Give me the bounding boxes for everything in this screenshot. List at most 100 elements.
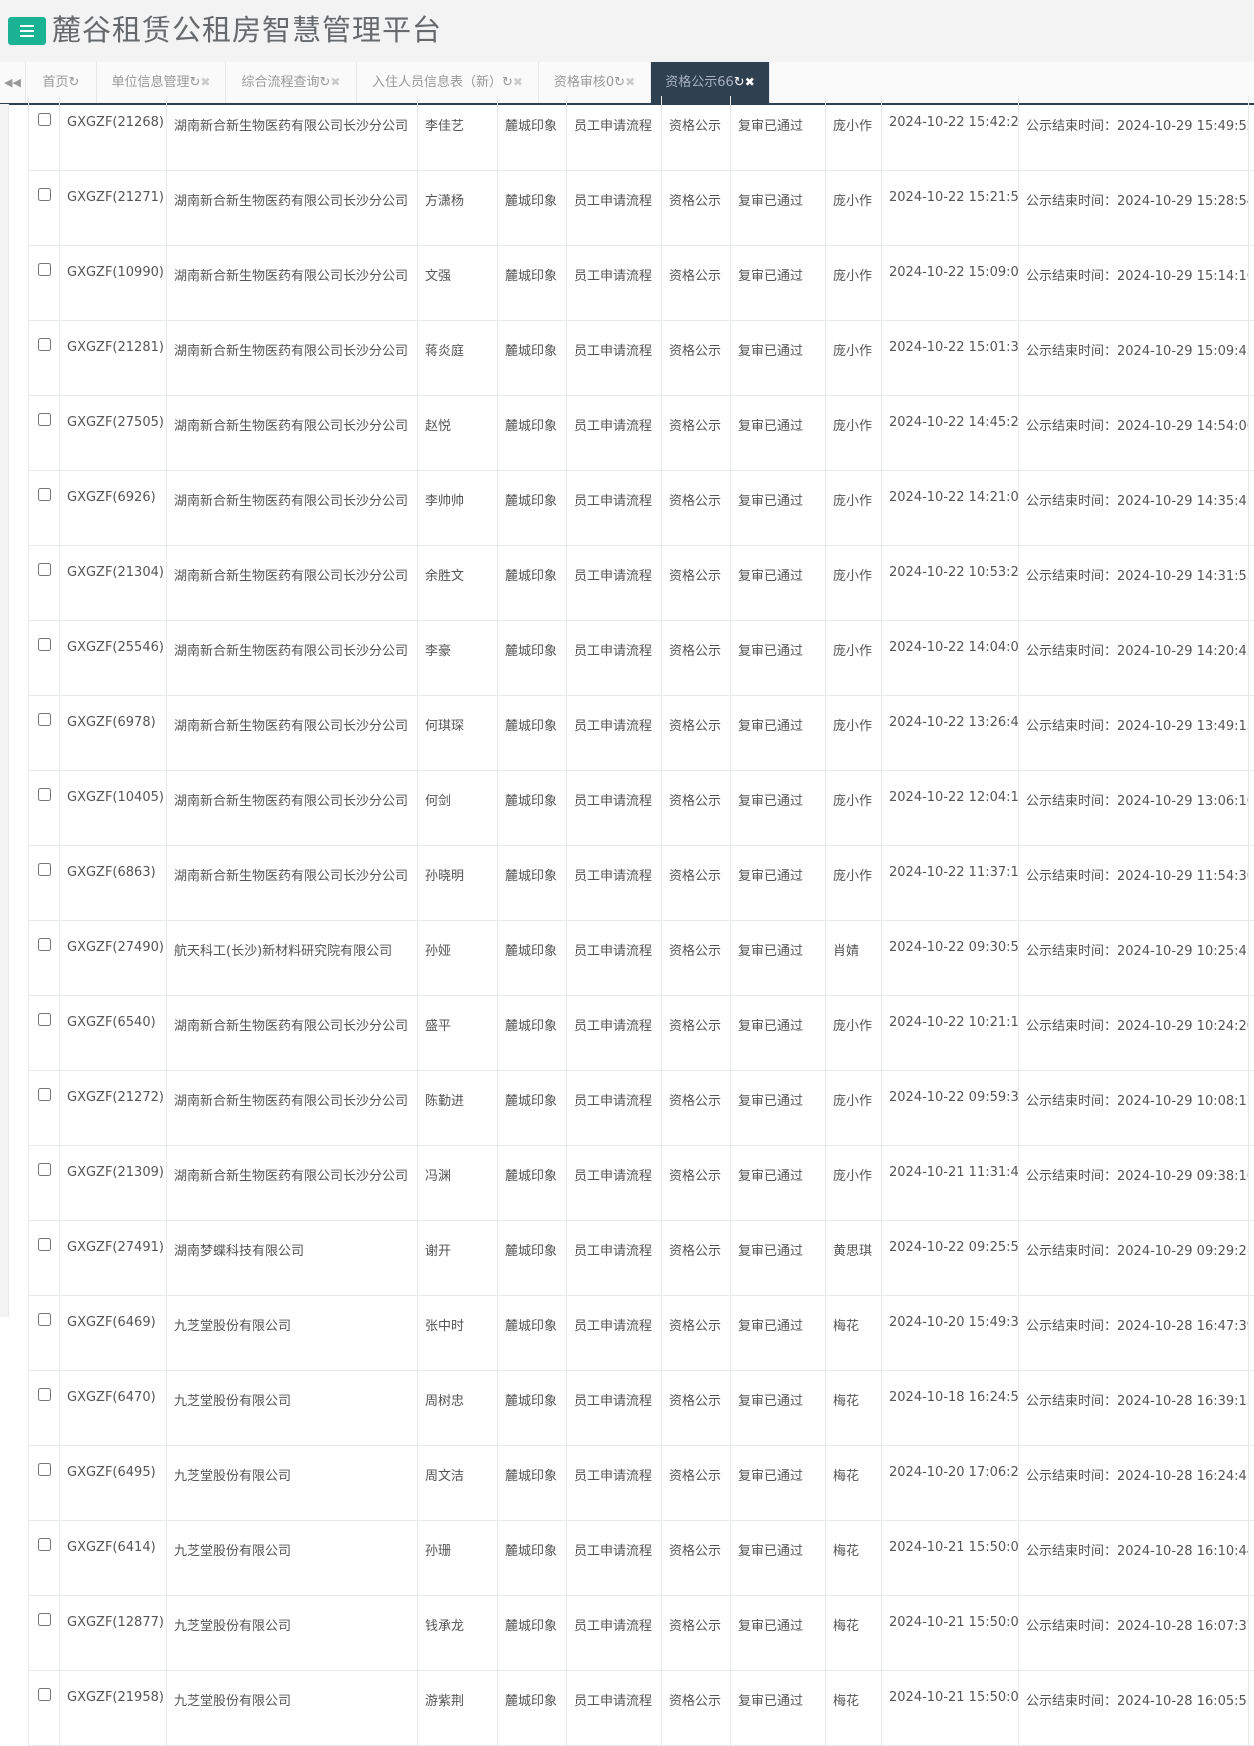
cell-handler: 梅花 — [826, 1446, 882, 1521]
cell-publicity-end: 公示结束时间：2024-10-29 14:20:45 — [1019, 621, 1249, 696]
cell-project: 麓城印象 — [498, 471, 567, 546]
row-checkbox[interactable] — [38, 1388, 51, 1401]
cell-handler: 庞小作 — [826, 1146, 882, 1221]
cell-project: 麓城印象 — [498, 1596, 567, 1671]
table-row[interactable]: GXGZF(6926)湖南新合新生物医药有限公司长沙分公司李帅帅麓城印象员工申请… — [29, 471, 1254, 546]
row-checkbox[interactable] — [38, 1088, 51, 1101]
refresh-icon[interactable]: ↻ — [502, 75, 513, 90]
cell-select — [29, 546, 60, 621]
refresh-icon[interactable]: ↻ — [320, 75, 331, 90]
table-row[interactable]: GXGZF(21272)湖南新合新生物医药有限公司长沙分公司陈勤进麓城印象员工申… — [29, 1071, 1254, 1146]
close-icon[interactable]: ✖ — [745, 75, 755, 89]
cell-flow-type: 员工申请流程 — [567, 396, 662, 471]
close-icon[interactable]: ✖ — [200, 75, 210, 89]
double-left-arrow-icon[interactable]: ◀◀ — [0, 62, 26, 103]
refresh-icon[interactable]: ↻ — [614, 75, 625, 90]
cell-application-id: GXGZF(6495) — [60, 1446, 167, 1521]
cell-submit-time: 2024-10-22 11:37:11 — [882, 846, 1019, 921]
table-row[interactable]: GXGZF(25546)湖南新合新生物医药有限公司长沙分公司李豪麓城印象员工申请… — [29, 621, 1254, 696]
table-row[interactable]: GXGZF(6863)湖南新合新生物医药有限公司长沙分公司孙晓明麓城印象员工申请… — [29, 846, 1254, 921]
cell-application-id: GXGZF(6540) — [60, 996, 167, 1071]
table-row[interactable]: GXGZF(21271)湖南新合新生物医药有限公司长沙分公司方潇杨麓城印象员工申… — [29, 171, 1254, 246]
cell-select — [29, 1596, 60, 1671]
row-checkbox[interactable] — [38, 413, 51, 426]
cell-overflow — [1249, 246, 1254, 321]
cell-submit-time: 2024-10-20 15:49:33 — [882, 1296, 1019, 1371]
cell-handler: 庞小作 — [826, 1071, 882, 1146]
table-row[interactable]: GXGZF(27505)湖南新合新生物医药有限公司长沙分公司赵悦麓城印象员工申请… — [29, 396, 1254, 471]
table-row[interactable]: GXGZF(21268)湖南新合新生物医药有限公司长沙分公司李佳艺麓城印象员工申… — [29, 96, 1254, 171]
cell-flow-type: 员工申请流程 — [567, 621, 662, 696]
cell-stage: 资格公示 — [662, 321, 731, 396]
cell-applicant-name: 李帅帅 — [418, 471, 498, 546]
cell-submit-time: 2024-10-20 17:06:23 — [882, 1446, 1019, 1521]
app-title: 麓谷租赁公租房智慧管理平台 — [52, 10, 442, 50]
cell-stage: 资格公示 — [662, 996, 731, 1071]
cell-publicity-end: 公示结束时间：2024-10-28 16:10:44 — [1019, 1521, 1249, 1596]
row-checkbox[interactable] — [38, 638, 51, 651]
cell-handler: 梅花 — [826, 1596, 882, 1671]
row-checkbox[interactable] — [38, 1613, 51, 1626]
row-checkbox[interactable] — [38, 188, 51, 201]
row-checkbox[interactable] — [38, 113, 51, 126]
cell-submit-time: 2024-10-22 12:04:17 — [882, 771, 1019, 846]
row-checkbox[interactable] — [38, 263, 51, 276]
cell-stage: 资格公示 — [662, 1071, 731, 1146]
row-checkbox[interactable] — [38, 1163, 51, 1176]
cell-handler: 庞小作 — [826, 321, 882, 396]
cell-select — [29, 471, 60, 546]
row-checkbox[interactable] — [38, 1013, 51, 1026]
table-row[interactable]: GXGZF(6978)湖南新合新生物医药有限公司长沙分公司何琪琛麓城印象员工申请… — [29, 696, 1254, 771]
table-row[interactable]: GXGZF(21281)湖南新合新生物医药有限公司长沙分公司蒋炎庭麓城印象员工申… — [29, 321, 1254, 396]
cell-applicant-name: 周文洁 — [418, 1446, 498, 1521]
cell-status: 复审已通过 — [731, 921, 826, 996]
close-icon[interactable]: ✖ — [513, 75, 523, 89]
row-checkbox[interactable] — [38, 563, 51, 576]
table-row[interactable]: GXGZF(6540)湖南新合新生物医药有限公司长沙分公司盛平麓城印象员工申请流… — [29, 996, 1254, 1071]
table-row[interactable]: GXGZF(21304)湖南新合新生物医药有限公司长沙分公司余胜文麓城印象员工申… — [29, 546, 1254, 621]
table-row[interactable]: GXGZF(6495)九芝堂股份有限公司周文洁麓城印象员工申请流程资格公示复审已… — [29, 1446, 1254, 1521]
cell-project: 麓城印象 — [498, 1071, 567, 1146]
row-checkbox[interactable] — [38, 863, 51, 876]
row-checkbox[interactable] — [38, 338, 51, 351]
row-checkbox[interactable] — [38, 488, 51, 501]
table-row[interactable]: GXGZF(27490)航天科工(长沙)新材料研究院有限公司孙娅麓城印象员工申请… — [29, 921, 1254, 996]
refresh-icon[interactable]: ↻ — [190, 75, 201, 90]
row-checkbox[interactable] — [38, 713, 51, 726]
row-checkbox[interactable] — [38, 1313, 51, 1326]
cell-stage: 资格公示 — [662, 1596, 731, 1671]
cell-publicity-end: 公示结束时间：2024-10-28 16:39:13 — [1019, 1371, 1249, 1446]
cell-project: 麓城印象 — [498, 1296, 567, 1371]
hamburger-icon[interactable] — [8, 17, 46, 45]
cell-submit-time: 2024-10-22 10:53:21 — [882, 546, 1019, 621]
row-checkbox[interactable] — [38, 938, 51, 951]
table-row[interactable]: GXGZF(12877)九芝堂股份有限公司钱承龙麓城印象员工申请流程资格公示复审… — [29, 1596, 1254, 1671]
table-row[interactable]: GXGZF(10405)湖南新合新生物医药有限公司长沙分公司何剑麓城印象员工申请… — [29, 771, 1254, 846]
table-row[interactable]: GXGZF(21309)湖南新合新生物医药有限公司长沙分公司冯渊麓城印象员工申请… — [29, 1146, 1254, 1221]
row-checkbox[interactable] — [38, 1538, 51, 1551]
cell-select — [29, 921, 60, 996]
refresh-icon[interactable]: ↻ — [69, 75, 80, 90]
table-row[interactable]: GXGZF(27491)湖南梦蝶科技有限公司谢开麓城印象员工申请流程资格公示复审… — [29, 1221, 1254, 1296]
refresh-icon[interactable]: ↻ — [734, 75, 745, 90]
cell-overflow — [1249, 1146, 1254, 1221]
table-row[interactable]: GXGZF(6469)九芝堂股份有限公司张中时麓城印象员工申请流程资格公示复审已… — [29, 1296, 1254, 1371]
cell-overflow — [1249, 396, 1254, 471]
close-icon[interactable]: ✖ — [625, 75, 635, 89]
table-row[interactable]: GXGZF(6414)九芝堂股份有限公司孙珊麓城印象员工申请流程资格公示复审已通… — [29, 1521, 1254, 1596]
table-row[interactable]: GXGZF(10990)湖南新合新生物医药有限公司长沙分公司文强麓城印象员工申请… — [29, 246, 1254, 321]
cell-overflow — [1249, 1671, 1254, 1746]
row-checkbox[interactable] — [38, 1463, 51, 1476]
table-row[interactable]: GXGZF(6470)九芝堂股份有限公司周树忠麓城印象员工申请流程资格公示复审已… — [29, 1371, 1254, 1446]
cell-select — [29, 1296, 60, 1371]
row-checkbox[interactable] — [38, 1238, 51, 1251]
cell-publicity-end: 公示结束时间：2024-10-29 10:24:20 — [1019, 996, 1249, 1071]
cell-submit-time: 2024-10-22 10:21:15 — [882, 996, 1019, 1071]
cell-application-id: GXGZF(6978) — [60, 696, 167, 771]
cell-application-id: GXGZF(21958) — [60, 1671, 167, 1746]
row-checkbox[interactable] — [38, 788, 51, 801]
cell-select — [29, 396, 60, 471]
row-checkbox[interactable] — [38, 1688, 51, 1701]
close-icon[interactable]: ✖ — [330, 75, 340, 89]
table-row[interactable]: GXGZF(21958)九芝堂股份有限公司游紫荆麓城印象员工申请流程资格公示复审… — [29, 1671, 1254, 1746]
